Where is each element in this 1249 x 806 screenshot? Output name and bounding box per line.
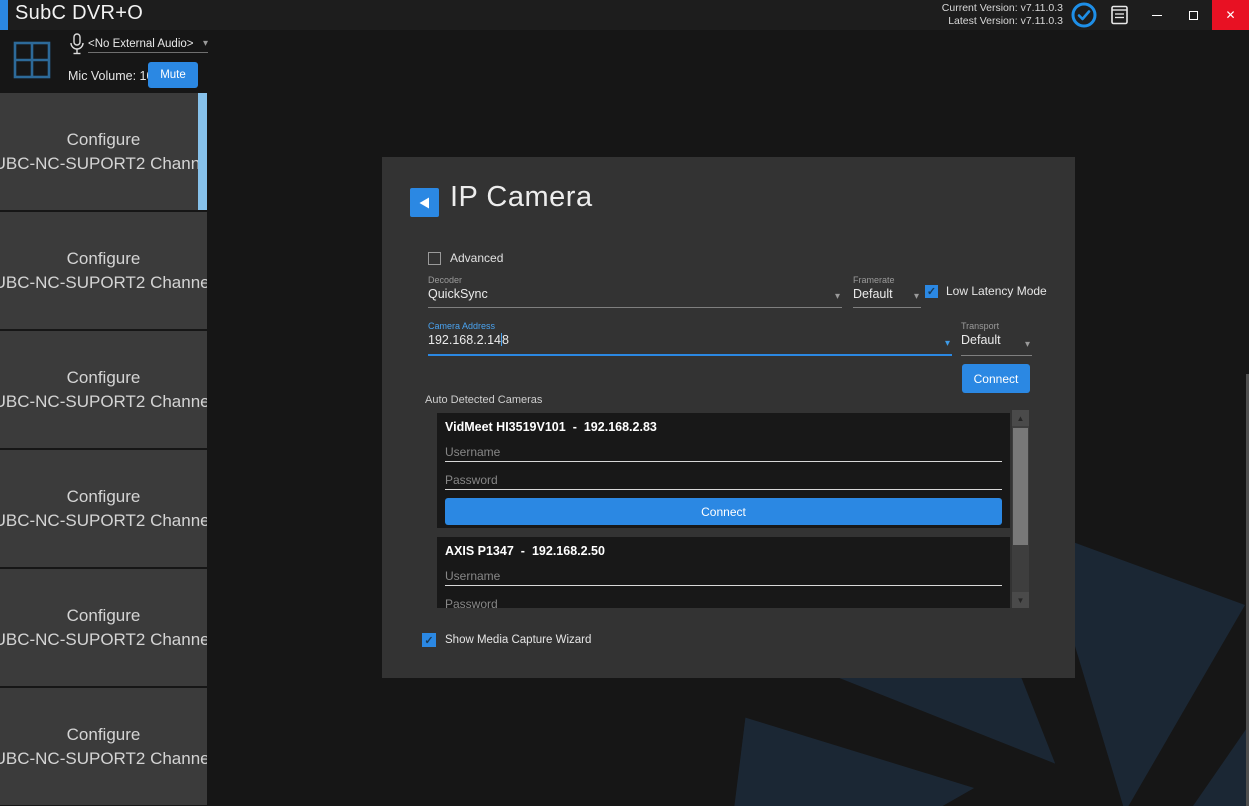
release-notes-icon[interactable] xyxy=(1108,5,1131,25)
back-button[interactable] xyxy=(410,188,439,217)
sidebar-item-channel-3[interactable]: Configure UBC-NC-SUPORT2 Channel xyxy=(0,331,207,448)
close-icon: ✕ xyxy=(1225,8,1235,22)
low-latency-checkbox[interactable]: ✓ xyxy=(925,285,938,298)
update-status-check-icon xyxy=(1071,2,1097,28)
microphone-icon xyxy=(69,33,85,56)
close-button[interactable]: ✕ xyxy=(1212,0,1249,30)
back-arrow-icon xyxy=(419,197,430,209)
decoder-select[interactable]: Decoder QuickSync ▾ xyxy=(428,275,842,308)
auto-detected-cameras-label: Auto Detected Cameras xyxy=(425,394,542,406)
scroll-up-button[interactable]: ▲ xyxy=(1012,410,1029,426)
dialog-title: IP Camera xyxy=(450,181,593,214)
title-bar: SubC DVR+O Current Version: v7.11.0.3 La… xyxy=(0,0,1249,30)
titlebar-accent-strip xyxy=(0,0,8,30)
chevron-down-icon: ▾ xyxy=(914,291,919,302)
channel-list: Configure UBC-NC-SUPORT2 Channel Configu… xyxy=(0,93,207,806)
auto-detected-camera-list: VidMeet HI3519V101-192.168.2.83 Connect … xyxy=(437,410,1010,608)
framerate-value: Default xyxy=(853,287,921,301)
app-title: SubC DVR+O xyxy=(15,2,143,25)
sidebar-scrollbar-thumb[interactable] xyxy=(198,93,207,210)
ip-camera-dialog: IP Camera Advanced Decoder QuickSync ▾ F… xyxy=(382,157,1075,678)
show-media-capture-wizard-checkbox[interactable]: ✓ xyxy=(422,633,436,647)
chevron-down-icon: ▾ xyxy=(203,38,208,49)
decoder-label: Decoder xyxy=(428,275,842,285)
camera-address-label: Camera Address xyxy=(428,321,952,331)
camera-list-scrollbar[interactable]: ▲ ▼ xyxy=(1012,410,1029,608)
mic-volume-label: Mic Volume: 10 xyxy=(68,69,153,83)
sidebar-item-channel-6[interactable]: Configure UBC-NC-SUPORT2 Channel xyxy=(0,688,207,805)
show-media-capture-wizard-label: Show Media Capture Wizard xyxy=(445,634,591,646)
transport-value: Default xyxy=(961,333,1032,347)
camera-list-item: VidMeet HI3519V101-192.168.2.83 Connect xyxy=(437,413,1010,528)
mute-button[interactable]: Mute xyxy=(148,62,198,88)
advanced-checkbox[interactable] xyxy=(428,252,441,265)
minimize-button[interactable] xyxy=(1140,0,1174,30)
audio-source-select[interactable]: <No External Audio> ▾ xyxy=(88,35,208,53)
sidebar-item-channel-2[interactable]: Configure UBC-NC-SUPORT2 Channel xyxy=(0,212,207,329)
audio-source-value: <No External Audio> xyxy=(88,38,194,50)
chevron-down-icon: ▾ xyxy=(1025,339,1030,350)
advanced-label: Advanced xyxy=(450,251,503,265)
sidebar-item-channel-1[interactable]: Configure UBC-NC-SUPORT2 Channel xyxy=(0,93,207,210)
username-input[interactable] xyxy=(445,442,1002,462)
scroll-down-icon: ▼ xyxy=(1017,596,1025,605)
quad-view-layout-button[interactable] xyxy=(13,41,51,79)
scroll-up-icon: ▲ xyxy=(1017,414,1025,423)
decoder-value: QuickSync xyxy=(428,287,842,301)
camera-title: AXIS P1347-192.168.2.50 xyxy=(445,537,1002,558)
password-input[interactable] xyxy=(445,470,1002,490)
camera-connect-button[interactable]: Connect xyxy=(445,498,1002,525)
scrollbar-thumb[interactable] xyxy=(1013,428,1028,545)
sidebar-item-channel-4[interactable]: Configure UBC-NC-SUPORT2 Channel xyxy=(0,450,207,567)
camera-address-input[interactable]: Camera Address 192.168.2.148 ▾ xyxy=(428,321,952,356)
latest-version-label: Latest Version: v7.11.0.3 xyxy=(942,15,1063,28)
transport-select[interactable]: Transport Default ▾ xyxy=(961,321,1032,356)
framerate-select[interactable]: Framerate Default ▾ xyxy=(853,275,921,308)
camera-address-value: 192.168.2.148 xyxy=(428,333,952,347)
chevron-down-icon: ▾ xyxy=(945,338,950,349)
framerate-label: Framerate xyxy=(853,275,921,285)
maximize-icon xyxy=(1189,11,1198,20)
current-version-label: Current Version: v7.11.0.3 xyxy=(942,2,1063,15)
camera-title: VidMeet HI3519V101-192.168.2.83 xyxy=(445,413,1002,434)
low-latency-label: Low Latency Mode xyxy=(946,284,1047,298)
sidebar-item-channel-5[interactable]: Configure UBC-NC-SUPORT2 Channel xyxy=(0,569,207,686)
maximize-button[interactable] xyxy=(1176,0,1210,30)
scroll-down-button[interactable]: ▼ xyxy=(1012,592,1029,608)
connect-button[interactable]: Connect xyxy=(962,364,1030,393)
camera-list-item: AXIS P1347-192.168.2.50 xyxy=(437,537,1010,608)
version-info: Current Version: v7.11.0.3 Latest Versio… xyxy=(942,2,1063,28)
app-window: SubC DVR+O Current Version: v7.11.0.3 La… xyxy=(0,0,1249,806)
transport-label: Transport xyxy=(961,321,1032,331)
chevron-down-icon: ▾ xyxy=(835,291,840,302)
password-input[interactable] xyxy=(445,594,1002,608)
username-input[interactable] xyxy=(445,566,1002,586)
minimize-icon xyxy=(1152,15,1162,16)
